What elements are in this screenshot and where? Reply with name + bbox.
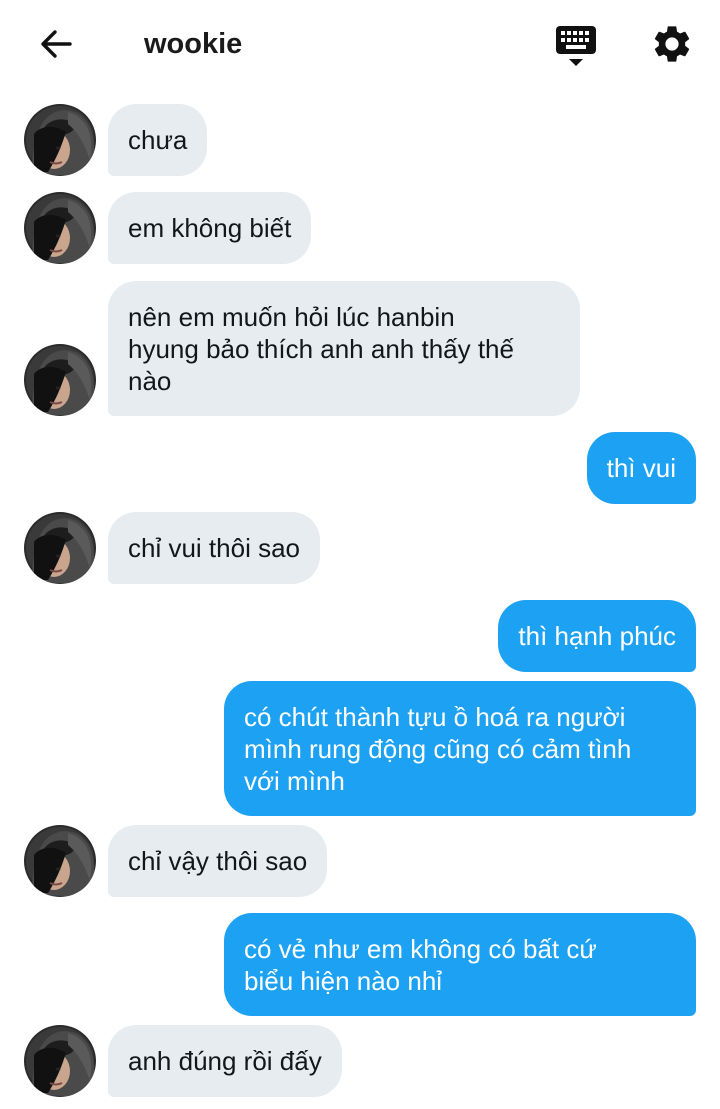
contact-avatar[interactable] xyxy=(24,344,96,416)
contact-avatar[interactable] xyxy=(24,825,96,897)
incoming-message: chỉ vậy thôi sao xyxy=(108,825,328,897)
incoming-message: chỉ vui thôi sao xyxy=(108,512,320,584)
outgoing-message: có vẻ như em không có bất cứ biểu hiện n… xyxy=(224,913,696,1016)
incoming-message: chưa xyxy=(108,104,208,176)
arrow-left-icon xyxy=(41,30,72,58)
back-button[interactable] xyxy=(34,24,78,64)
conversation-title: wookie xyxy=(144,28,243,60)
gear-icon xyxy=(654,26,690,62)
outgoing-message: thì vui xyxy=(586,432,696,504)
incoming-message: anh đúng rồi đấy xyxy=(108,1025,342,1097)
contact-avatar[interactable] xyxy=(24,512,96,584)
outgoing-message: có chút thành tựu ồ hoá ra người mình ru… xyxy=(224,681,696,816)
contact-avatar[interactable] xyxy=(24,104,96,176)
keyboard-icon xyxy=(556,26,596,66)
incoming-message: em không biết xyxy=(108,192,312,264)
outgoing-message: thì hạnh phúc xyxy=(498,600,696,672)
incoming-message: nên em muốn hỏi lúc hanbin hyung bảo thí… xyxy=(108,281,580,416)
settings-button[interactable] xyxy=(650,22,694,66)
keyboard-toggle-button[interactable] xyxy=(553,24,599,68)
chat-header: wookie xyxy=(0,0,720,88)
contact-avatar[interactable] xyxy=(24,192,96,264)
contact-avatar[interactable] xyxy=(24,1025,96,1097)
